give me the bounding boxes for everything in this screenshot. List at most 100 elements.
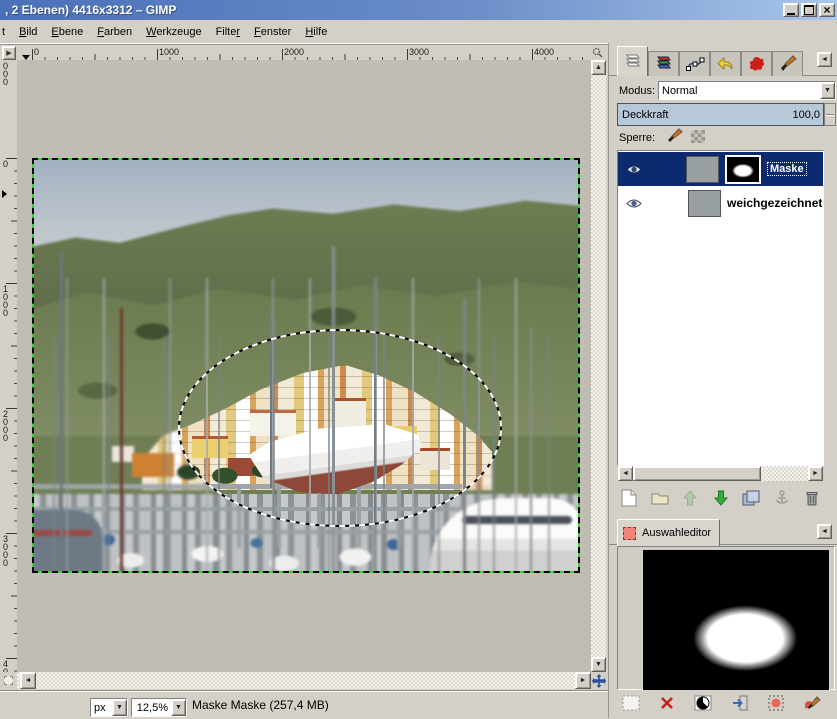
menu-item-partial[interactable]: t [0, 23, 12, 41]
layer-mode-value: Normal [659, 82, 820, 99]
lock-alpha-toggle[interactable] [691, 130, 705, 143]
lock-paint-toggle[interactable] [666, 128, 684, 144]
visibility-eye-icon[interactable] [626, 198, 642, 209]
tab-colors[interactable] [741, 51, 772, 76]
tab-auswahleditor[interactable]: Auswahleditor [617, 519, 720, 547]
title-bar[interactable]: , 2 Ebenen) 4416x3312 – GIMP × [0, 0, 837, 20]
scrollbar-thumb[interactable] [633, 466, 761, 481]
canvas-image[interactable] [32, 158, 580, 573]
navigation-button[interactable] [591, 672, 607, 689]
vertical-ruler[interactable]: 000 0 1000 2000 3000 40 [0, 60, 18, 672]
visibility-eye-icon[interactable] [626, 164, 642, 175]
layer-thumbnail[interactable] [688, 190, 721, 217]
canvas-viewport[interactable] [17, 60, 591, 672]
save-to-channel-icon [732, 695, 748, 711]
ruler-label: 1000 [3, 285, 11, 317]
opacity-slider[interactable]: Deckkraft 100,0 [617, 103, 824, 126]
scroll-up-button[interactable]: ▲ [591, 60, 606, 75]
chevron-down-icon[interactable]: ▼ [112, 699, 127, 716]
tab-paths[interactable] [679, 51, 710, 76]
unit-value: px [91, 699, 112, 716]
ruler-label: 2000 [3, 410, 11, 442]
select-all-button[interactable] [619, 691, 643, 715]
paintbrush-icon [666, 128, 684, 144]
quick-mask-toggle[interactable] [2, 674, 15, 687]
chevron-down-icon[interactable]: ▼ [820, 82, 835, 99]
paths-icon [685, 55, 705, 73]
paintbrush-icon [778, 55, 798, 73]
zoom-follow-window-button[interactable] [590, 45, 605, 59]
layer-name[interactable]: Maske [767, 162, 807, 176]
tab-channels[interactable] [648, 51, 679, 76]
scrollbar-track[interactable] [591, 60, 606, 672]
menu-item-werkzeuge[interactable]: Werkzeuge [139, 23, 208, 41]
tab-brushes[interactable] [772, 51, 803, 76]
scroll-left-button[interactable]: ◄ [618, 466, 633, 481]
menu-item-hilfe[interactable]: Hilfe [298, 23, 334, 41]
tab-layers[interactable] [617, 46, 648, 76]
invert-selection-button[interactable] [691, 691, 715, 715]
layer-name[interactable]: weichgezeichnet [727, 196, 822, 210]
duplicate-layer-icon [742, 490, 760, 506]
layer-row-maske[interactable]: Maske [618, 152, 823, 186]
opacity-spinner[interactable] [824, 103, 836, 126]
ruler-label: 3000 [3, 535, 11, 567]
maximize-icon [804, 5, 814, 15]
new-group-button[interactable] [648, 486, 672, 510]
window-title: , 2 Ebenen) 4416x3312 – GIMP [0, 3, 176, 17]
menu-item-bild[interactable]: Bild [12, 23, 44, 41]
tab-undo-history[interactable] [710, 51, 741, 76]
raise-layer-button[interactable] [678, 486, 702, 510]
mode-label: Modus: [619, 85, 655, 97]
menu-item-farben[interactable]: Farben [90, 23, 139, 41]
anchor-layer-button[interactable] [770, 486, 794, 510]
canvas-vertical-scrollbar[interactable]: ▲ ▼ [591, 60, 606, 672]
scroll-right-button[interactable]: ► [808, 466, 823, 481]
maximize-button[interactable] [801, 3, 817, 17]
menu-item-fenster[interactable]: Fenster [247, 23, 298, 41]
save-to-channel-button[interactable] [728, 691, 752, 715]
unit-selector[interactable]: px ▼ [90, 698, 128, 717]
elliptical-selection-marching-ants[interactable] [178, 329, 502, 527]
lower-layer-button[interactable] [709, 486, 733, 510]
layer-mode-dropdown[interactable]: Normal ▼ [658, 81, 836, 100]
selection-mask-preview[interactable] [643, 550, 829, 690]
navigation-cross-icon [592, 674, 606, 688]
window-controls: × [783, 3, 835, 17]
layers-icon [623, 53, 643, 71]
undo-history-icon [716, 55, 736, 73]
ruler-label: 2000 [284, 47, 304, 57]
layer-mask-thumbnail[interactable] [725, 155, 761, 184]
scrollbar-track[interactable] [17, 672, 591, 689]
scroll-left-button[interactable]: ◄ [20, 672, 36, 689]
menu-item-ebene[interactable]: Ebene [44, 23, 90, 41]
layer-list-hscrollbar[interactable]: ◄ ► [618, 466, 823, 481]
scroll-down-button[interactable]: ▼ [591, 657, 606, 672]
tab-menu-button[interactable]: ◄ [817, 524, 832, 539]
tab-menu-button[interactable]: ◄ [817, 52, 832, 67]
duplicate-layer-button[interactable] [739, 486, 763, 510]
select-none-button[interactable] [655, 691, 679, 715]
new-layer-button[interactable] [617, 486, 641, 510]
canvas-horizontal-scrollbar[interactable]: ◄ ► [17, 672, 591, 689]
lower-arrow-icon [714, 490, 728, 506]
scroll-right-button[interactable]: ► [575, 672, 591, 689]
selection-to-path-button[interactable] [764, 691, 788, 715]
new-layer-icon [621, 489, 637, 507]
selection-editor-tab-label: Auswahleditor [642, 527, 711, 539]
menu-item-filter[interactable]: Filter [209, 23, 247, 41]
ruler-label: 0 [34, 47, 39, 57]
delete-layer-button[interactable] [800, 486, 824, 510]
ruler-origin-button[interactable]: ▶ [2, 46, 16, 60]
layer-row-weichgezeichnet[interactable]: weichgezeichnet [618, 186, 823, 220]
close-button[interactable]: × [819, 3, 835, 17]
zoom-selector[interactable]: 12,5% ▼ [131, 698, 187, 717]
horizontal-ruler[interactable]: 0 1000 2000 3000 4000 [17, 46, 591, 61]
minimize-button[interactable] [783, 3, 799, 17]
stroke-selection-button[interactable] [800, 691, 824, 715]
layer-thumbnail[interactable] [686, 156, 719, 183]
minimize-icon [787, 13, 795, 15]
trash-icon [805, 490, 819, 506]
status-bar: px ▼ 12,5% ▼ Maske Maske (257,4 MB) [0, 691, 608, 719]
chevron-down-icon[interactable]: ▼ [171, 699, 186, 716]
